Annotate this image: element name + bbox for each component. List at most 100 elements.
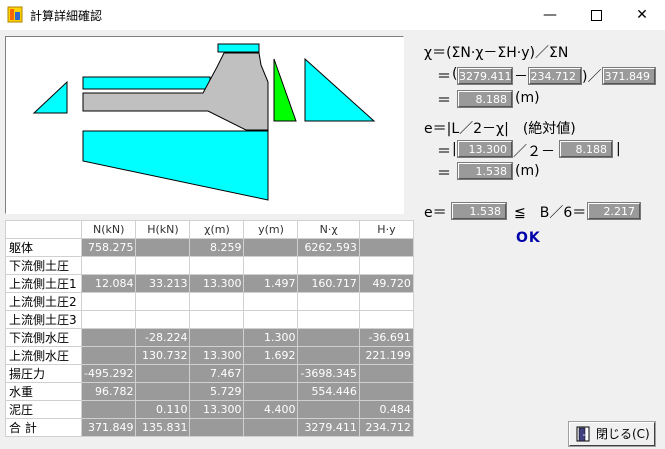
table-cell bbox=[297, 310, 360, 329]
table-cell bbox=[243, 418, 299, 437]
table-row: 上流側土圧3 bbox=[5, 310, 414, 329]
equals-sign: ＝ bbox=[437, 69, 451, 85]
table-cell bbox=[358, 256, 414, 275]
close-button[interactable]: 閉じる(C) bbox=[568, 421, 656, 447]
row-label: 下流側水圧 bbox=[5, 328, 82, 347]
row-label: 合 計 bbox=[5, 418, 82, 437]
row-label: 上流側水圧 bbox=[5, 346, 82, 365]
column-header: y(m) bbox=[243, 220, 299, 239]
row-label: 揚圧力 bbox=[5, 364, 82, 383]
table-row: 躯体 758.275 8.259 6262.593 bbox=[5, 238, 414, 257]
maximize-icon bbox=[590, 9, 602, 21]
table-row: 合 計 371.849 135.831 3279.411 234.712 bbox=[5, 418, 414, 437]
table-cell: 1.497 bbox=[243, 274, 299, 293]
table-cell bbox=[189, 256, 245, 275]
column-header: χ(m) bbox=[189, 220, 245, 239]
row-label: 水重 bbox=[5, 382, 82, 401]
table-cell: 0.484 bbox=[358, 400, 414, 419]
minimize-button[interactable]: — bbox=[527, 0, 573, 30]
table-cell bbox=[135, 238, 191, 257]
table-row: 上流側水圧 130.732 13.300 1.692 221.199 bbox=[5, 346, 414, 365]
table-cell bbox=[80, 256, 137, 275]
table-cell: 554.446 bbox=[297, 382, 360, 401]
table-header-row: N(kN) H(kN) χ(m) y(m) N·χ H·y bbox=[5, 220, 414, 239]
ok-status: OK bbox=[516, 230, 541, 246]
table-cell bbox=[358, 364, 414, 383]
table-cell bbox=[358, 238, 414, 257]
maximize-button[interactable] bbox=[573, 0, 619, 30]
e-result-value: 1.538 bbox=[457, 162, 513, 180]
table-cell bbox=[358, 292, 414, 311]
table-row: 上流側土圧2 bbox=[5, 292, 414, 311]
table-cell: 13.300 bbox=[189, 400, 245, 419]
table-cell bbox=[189, 292, 245, 311]
table-cell bbox=[243, 238, 299, 257]
l-value: 13.300 bbox=[457, 140, 513, 158]
row-label: 上流側土圧1 bbox=[5, 274, 82, 293]
upstream-earth-pressure-triangle bbox=[304, 57, 376, 122]
table-cell bbox=[80, 292, 137, 311]
table-cell bbox=[297, 256, 360, 275]
table-cell: -36.691 bbox=[358, 328, 414, 347]
table-cell bbox=[243, 310, 299, 329]
table-cell: 4.400 bbox=[243, 400, 299, 419]
table-cell bbox=[243, 364, 299, 383]
sum-nx-value: 3279.411 bbox=[457, 67, 513, 85]
table-row: 上流側土圧1 12.084 33.213 13.300 1.497 160.717 49.7… bbox=[5, 274, 414, 293]
table-cell: 758.275 bbox=[80, 238, 137, 257]
table-cell bbox=[80, 310, 137, 329]
table-cell bbox=[80, 328, 137, 347]
table-cell: 1.692 bbox=[243, 346, 299, 365]
abs-bar-open: | bbox=[452, 141, 457, 157]
table-row: 水重 96.782 5.729 554.446 bbox=[5, 382, 414, 401]
row-label: 下流側土圧 bbox=[5, 256, 82, 275]
table-cell bbox=[243, 256, 299, 275]
row-label: 上流側土圧2 bbox=[5, 292, 82, 311]
row-label: 上流側土圧3 bbox=[5, 310, 82, 329]
row-label: 躯体 bbox=[5, 238, 82, 257]
paren-close-divide: )／ bbox=[582, 69, 602, 85]
table-cell: -28.224 bbox=[135, 328, 191, 347]
table-cell: -495.292 bbox=[80, 364, 137, 383]
unit-label: (m) bbox=[515, 90, 540, 106]
table-corner bbox=[5, 220, 82, 239]
unit-label: (m) bbox=[515, 163, 540, 179]
table-cell bbox=[358, 310, 414, 329]
table-cell: 96.782 bbox=[80, 382, 137, 401]
table-cell bbox=[297, 292, 360, 311]
table-cell: -3698.345 bbox=[297, 364, 360, 383]
table-cell bbox=[189, 328, 245, 347]
table-cell: 234.712 bbox=[358, 418, 414, 437]
downstream-water-pressure-triangle bbox=[32, 80, 68, 114]
table-cell: 8.259 bbox=[189, 238, 245, 257]
table-cell bbox=[297, 400, 360, 419]
close-window-button[interactable]: ✕ bbox=[619, 0, 665, 30]
uplift-pressure-trapezoid bbox=[82, 130, 269, 201]
column-header: N·χ bbox=[297, 220, 360, 239]
table-cell: 6262.593 bbox=[297, 238, 360, 257]
divide-two-minus: ／２－ bbox=[513, 144, 555, 160]
column-header: H(kN) bbox=[135, 220, 191, 239]
close-icon: ✕ bbox=[636, 7, 648, 23]
row-label: 泥圧 bbox=[5, 400, 82, 419]
leq-b6-label: ≦ B／6＝ bbox=[514, 205, 587, 221]
table-row: 泥圧 0.110 13.300 4.400 0.484 bbox=[5, 400, 414, 419]
e-check-value: 1.538 bbox=[451, 202, 507, 220]
abs-bar-close: | bbox=[616, 141, 621, 157]
b6-value: 2.217 bbox=[587, 202, 641, 220]
sum-hy-value: 234.712 bbox=[528, 67, 582, 85]
minimize-icon: — bbox=[543, 7, 557, 23]
close-button-label: 閉じる(C) bbox=[596, 427, 650, 441]
table-cell bbox=[80, 346, 137, 365]
calculation-table: N(kN) H(kN) χ(m) y(m) N·χ H·y 躯体 758.275 8… bbox=[5, 220, 414, 437]
paren-open: ( bbox=[452, 66, 458, 82]
table-cell: 160.717 bbox=[297, 274, 360, 293]
table-row: 下流側水圧 -28.224 1.300 -36.691 bbox=[5, 328, 414, 347]
column-header: N(kN) bbox=[80, 220, 137, 239]
sum-n-value: 371.849 bbox=[602, 67, 656, 85]
table-row: 揚圧力 -495.292 7.467 -3698.345 bbox=[5, 364, 414, 383]
minus-sign: － bbox=[514, 69, 528, 85]
table-cell bbox=[135, 310, 191, 329]
table-cell: 1.300 bbox=[243, 328, 299, 347]
window-title: 計算詳細確認 bbox=[30, 9, 103, 23]
